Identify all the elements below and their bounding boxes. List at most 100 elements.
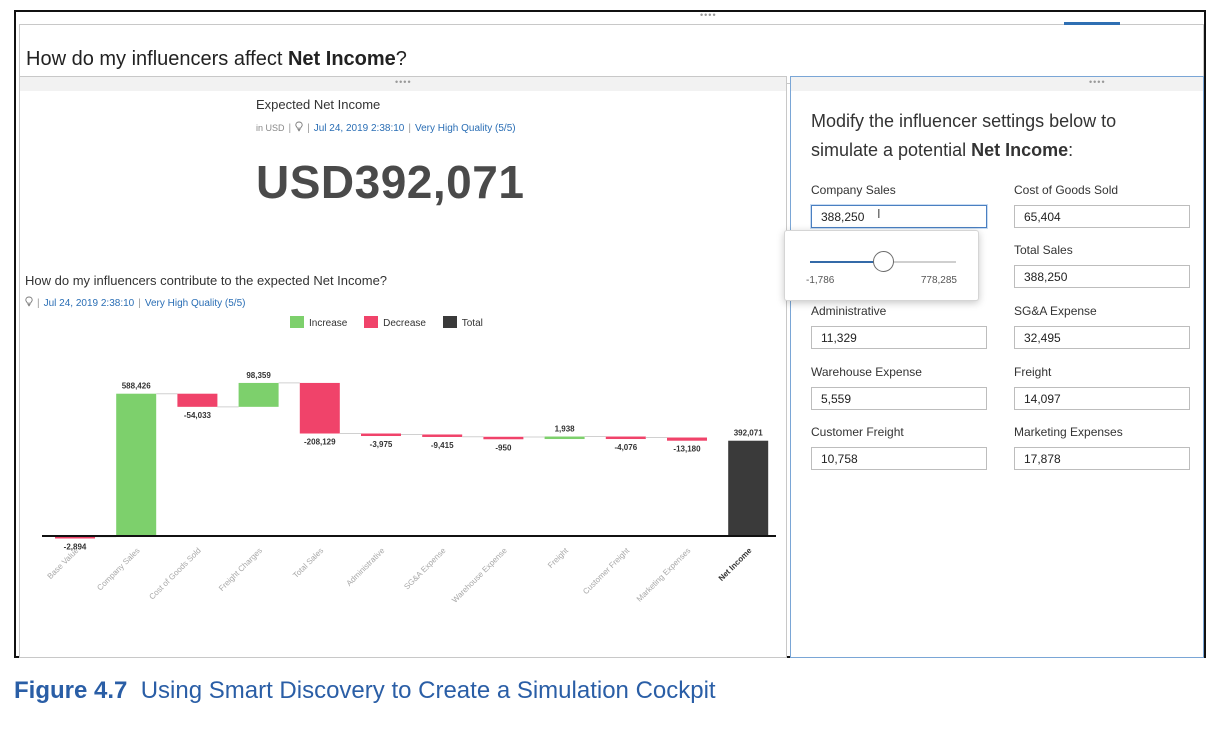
legend-item-increase[interactable]: Increase xyxy=(290,316,347,329)
grip-icon[interactable]: •••• xyxy=(395,77,412,87)
legend-swatch xyxy=(290,316,304,328)
waterfall-bar xyxy=(605,436,646,440)
field-marketing-expenses: Marketing Expenses xyxy=(1014,425,1192,470)
waterfall-bar xyxy=(361,433,401,437)
chart-timestamp[interactable]: Jul 24, 2019 2:38:10 xyxy=(44,298,135,309)
field-company-sales: Company Sales xyxy=(811,183,989,228)
legend-swatch xyxy=(364,316,379,328)
field-administrative: Administrative xyxy=(811,304,989,349)
field-customer-freight: Customer Freight xyxy=(811,425,989,470)
waterfall-bar xyxy=(483,436,524,440)
waterfall-bar xyxy=(728,440,769,536)
kpi-unit: in USD xyxy=(256,123,285,133)
field-cost-of-goods-sold: Cost of Goods Sold xyxy=(1014,183,1192,228)
field-label: Customer Freight xyxy=(811,425,904,439)
kpi-quality[interactable]: Very High Quality (5/5) xyxy=(415,123,516,134)
lightbulb-icon[interactable] xyxy=(295,121,303,132)
legend-label: Increase xyxy=(309,318,348,329)
field-label: Cost of Goods Sold xyxy=(1014,183,1119,197)
header-tab-indicator xyxy=(1064,22,1120,25)
chart-quality[interactable]: Very High Quality (5/5) xyxy=(145,298,246,309)
header-panel: How do my influencers affect Net Income? xyxy=(19,22,1204,84)
tick-label: Cost of Goods Sold xyxy=(147,546,202,601)
field-label: SG&A Expense xyxy=(1014,304,1097,318)
field-sga-expense: SG&A Expense xyxy=(1014,304,1192,349)
field-label: Company Sales xyxy=(811,183,896,197)
sga-expense-input[interactable] xyxy=(1014,326,1190,349)
kpi-meta: in USD | | Jul 24, 2019 2:38:10 | Very High Q… xyxy=(256,121,516,134)
field-warehouse-expense: Warehouse Expense xyxy=(811,365,989,410)
cost-of-goods-sold-input[interactable] xyxy=(1014,205,1190,228)
data-label: -54,033 xyxy=(184,411,212,420)
waterfall-bar xyxy=(422,434,463,437)
tick-label: Administrative xyxy=(345,546,387,588)
total-sales-input[interactable] xyxy=(1014,265,1190,288)
data-label: -4,076 xyxy=(614,443,637,452)
grip-icon[interactable]: •••• xyxy=(700,10,717,20)
data-label: -208,129 xyxy=(304,438,336,447)
field-label: Administrative xyxy=(811,304,887,318)
tick-label: SG&A Expense xyxy=(402,546,448,592)
slider-thumb[interactable] xyxy=(873,251,894,272)
freight-input[interactable] xyxy=(1014,387,1190,410)
separator: | xyxy=(37,298,40,309)
waterfall-bar xyxy=(299,382,340,434)
field-label: Marketing Expenses xyxy=(1014,425,1123,439)
slider-min-label: -1,786 xyxy=(806,275,835,286)
legend-swatch xyxy=(442,316,457,328)
story-canvas: •••• How do my influencers affect Net In… xyxy=(14,10,1206,658)
data-label: 588,426 xyxy=(122,382,151,391)
waterfall-bar xyxy=(177,393,218,407)
grip-icon[interactable]: •••• xyxy=(1089,77,1106,87)
tick-label: Total Sales xyxy=(291,546,325,580)
legend-label: Decrease xyxy=(383,318,426,329)
separator: | xyxy=(408,123,411,134)
tick-label: Net Income xyxy=(717,546,754,583)
left-panel: •••• Expected Net Income in USD | | Jul 24,… xyxy=(19,76,787,658)
figure-number: Figure 4.7 xyxy=(14,677,128,704)
tick-label: Customer Freight xyxy=(581,546,632,597)
page-title: How do my influencers affect Net Income? xyxy=(26,48,407,70)
figure-caption: Figure 4.7 Using Smart Discovery to Crea… xyxy=(14,677,716,705)
field-total-sales: Total Sales xyxy=(1014,243,1192,288)
kpi-timestamp[interactable]: Jul 24, 2019 2:38:10 xyxy=(314,123,405,134)
value-slider-popover: -1,786 778,285 xyxy=(784,230,979,301)
legend-item-decrease[interactable]: Decrease xyxy=(364,316,426,329)
lightbulb-icon[interactable] xyxy=(25,296,33,307)
slider-track[interactable] xyxy=(810,251,956,272)
tick-label: Warehouse Expense xyxy=(450,546,509,605)
customer-freight-input[interactable] xyxy=(811,447,987,470)
slider-max-label: 778,285 xyxy=(920,275,957,286)
waterfall-bar xyxy=(667,437,707,441)
separator: | xyxy=(288,123,292,134)
data-label: -13,180 xyxy=(673,445,701,454)
warehouse-expense-input[interactable] xyxy=(811,387,987,410)
field-label: Total Sales xyxy=(1014,243,1073,257)
waterfall-chart: -2,894Base Value588,426Company Sales-54,… xyxy=(42,371,776,605)
panel-toolbar-strip xyxy=(791,77,1203,91)
data-label: 98,359 xyxy=(246,371,271,380)
kpi-value: USD392,071 xyxy=(256,156,525,208)
data-label: 392,071 xyxy=(734,429,763,438)
data-label: 1,938 xyxy=(555,425,576,434)
legend-item-total[interactable]: Total xyxy=(442,316,483,329)
waterfall-bar xyxy=(116,393,157,537)
field-freight: Freight xyxy=(1014,365,1192,410)
chart-meta: | Jul 24, 2019 2:38:10 | Very High Quality … xyxy=(25,296,245,309)
data-label: -3,975 xyxy=(370,440,393,449)
separator: | xyxy=(307,123,310,134)
marketing-expenses-input[interactable] xyxy=(1014,447,1190,470)
administrative-input[interactable] xyxy=(811,326,987,349)
company-sales-input[interactable] xyxy=(811,205,987,228)
data-label: -9,415 xyxy=(431,441,454,450)
chart-title: How do my influencers contribute to the … xyxy=(25,273,388,288)
tick-label: Company Sales xyxy=(95,546,141,592)
figure-caption-text: Using Smart Discovery to Create a Simula… xyxy=(140,677,716,704)
text-cursor-icon: I xyxy=(877,206,881,221)
simulation-heading: Modify the influencer settings below to … xyxy=(811,111,1117,160)
chart-legend: Increase Decrease Total xyxy=(290,316,497,329)
tick-label: Marketing Expenses xyxy=(635,546,693,604)
separator: | xyxy=(138,298,141,309)
data-label: -950 xyxy=(495,443,512,452)
field-label: Freight xyxy=(1014,365,1052,379)
